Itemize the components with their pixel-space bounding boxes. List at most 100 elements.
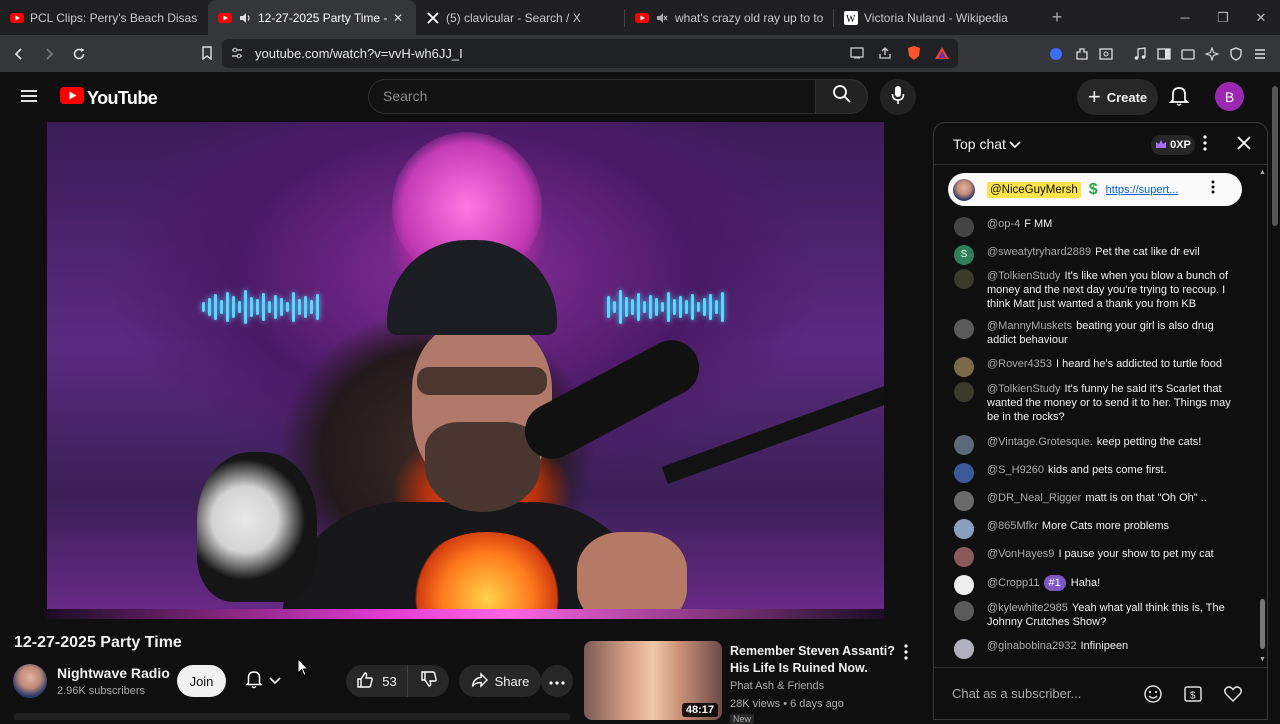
extensions-icon[interactable] — [1070, 42, 1094, 66]
browser-tab-1[interactable]: 12-27-2025 Party Time - YouT ✕ — [208, 0, 416, 35]
chat-avatar[interactable] — [954, 382, 974, 402]
chat-message[interactable]: @op-4 F MM — [954, 217, 1244, 237]
emoji-icon[interactable] — [1143, 684, 1163, 709]
chat-author[interactable]: @TolkienStudy — [987, 270, 1061, 282]
recommended-thumbnail[interactable]: 48:17 — [584, 641, 722, 720]
bookmark-icon[interactable] — [194, 40, 220, 66]
channel-avatar[interactable] — [13, 664, 47, 698]
minimize-icon[interactable]: ─ — [1166, 0, 1204, 35]
music-icon[interactable] — [1128, 42, 1152, 66]
reload-icon[interactable] — [66, 41, 92, 67]
brave-rewards-icon[interactable] — [934, 45, 950, 66]
browser-tab-3[interactable]: what's crazy old ray up to tonigh — [625, 0, 833, 35]
more-vertical-icon[interactable] — [1211, 180, 1215, 199]
scroll-down-icon[interactable]: ▼ — [1259, 656, 1266, 663]
chat-input[interactable]: Chat as a subscriber... — [952, 686, 1122, 701]
youtube-logo[interactable]: YouTube — [60, 87, 158, 109]
speaker-icon[interactable] — [238, 11, 252, 25]
chat-author[interactable]: @VonHayes9 — [987, 548, 1054, 560]
cast-icon[interactable] — [850, 46, 864, 65]
browser-tab-2[interactable]: (5) clavicular - Search / X — [416, 0, 624, 35]
chat-author[interactable]: @Vintage.Grotesque. — [987, 436, 1093, 448]
pinned-link[interactable]: https://supert... — [1106, 184, 1186, 196]
chat-message[interactable]: @VonHayes9 I pause your show to pet my ca… — [954, 547, 1244, 567]
hamburger-menu-icon[interactable] — [20, 87, 38, 110]
recommended-title[interactable]: Remember Steven Assanti? His Life Is Rui… — [730, 643, 902, 677]
vpn-icon[interactable] — [1044, 42, 1068, 66]
close-tab-icon[interactable]: ✕ — [390, 11, 406, 25]
account-avatar[interactable]: B — [1215, 82, 1244, 111]
chat-message[interactable]: @TolkienStudy It's funny he said it's Sca… — [954, 382, 1244, 424]
chat-author[interactable]: @MannyMuskets — [987, 320, 1072, 332]
chat-avatar[interactable] — [954, 601, 974, 621]
wallet-icon[interactable] — [1094, 42, 1118, 66]
chat-avatar[interactable] — [954, 217, 974, 237]
site-info-icon[interactable] — [230, 46, 244, 65]
super-chat-icon[interactable]: $ — [1183, 684, 1203, 709]
notifications-bell-icon[interactable] — [1168, 85, 1190, 112]
share-button[interactable]: Share — [459, 665, 541, 697]
search-input[interactable] — [383, 88, 783, 104]
page-scrollbar-thumb[interactable] — [1272, 86, 1278, 226]
forward-icon[interactable] — [36, 41, 62, 67]
leo-ai-icon[interactable] — [1200, 42, 1224, 66]
close-window-icon[interactable]: ✕ — [1242, 0, 1280, 35]
chat-author[interactable]: @TolkienStudy — [987, 383, 1061, 395]
wallet2-icon[interactable] — [1176, 42, 1200, 66]
scroll-up-icon[interactable]: ▲ — [1259, 169, 1266, 176]
chat-message[interactable]: @MannyMuskets beating your girl is also d… — [954, 319, 1244, 347]
chat-scrollbar[interactable]: ▲ ▼ — [1259, 169, 1266, 664]
pinned-message[interactable]: @NiceGuyMersh $ https://supert... — [948, 173, 1242, 206]
muted-speaker-icon[interactable] — [655, 11, 669, 25]
top-chat-dropdown[interactable]: Top chat — [953, 136, 1021, 152]
chat-message[interactable]: @kylewhite2985 Yeah what yall think this … — [954, 601, 1244, 629]
more-vertical-icon[interactable] — [1203, 135, 1207, 156]
chat-message[interactable]: @Vintage.Grotesque. keep petting the cats… — [954, 435, 1244, 455]
chat-avatar[interactable] — [954, 435, 974, 455]
close-icon[interactable] — [1236, 135, 1252, 156]
chat-message[interactable]: @Rover4353 I heard he's addicted to turtl… — [954, 357, 1244, 377]
video-player[interactable] — [47, 122, 884, 619]
vpn-shield-icon[interactable] — [1224, 42, 1248, 66]
voice-search-button[interactable] — [880, 79, 916, 115]
heart-icon[interactable] — [1223, 684, 1243, 709]
notification-settings-button[interactable] — [237, 665, 289, 697]
search-button[interactable] — [815, 79, 868, 114]
more-vertical-icon[interactable] — [904, 644, 908, 665]
more-actions-button[interactable] — [541, 665, 573, 697]
chat-avatar[interactable] — [954, 463, 974, 483]
menu-icon[interactable] — [1248, 42, 1272, 66]
chat-avatar[interactable] — [954, 491, 974, 511]
chat-avatar[interactable] — [954, 269, 974, 289]
join-button[interactable]: Join — [177, 665, 226, 697]
create-button[interactable]: + Create — [1077, 79, 1158, 115]
back-icon[interactable] — [6, 41, 32, 67]
chat-message[interactable]: @TolkienStudy It's like when you blow a b… — [954, 269, 1244, 311]
like-button[interactable]: 53 — [346, 665, 408, 697]
address-bar[interactable]: youtube.com/watch?v=vvH-wh6JJ_I — [222, 39, 958, 68]
chat-message[interactable]: @865Mfkr More Cats more problems — [954, 519, 1244, 539]
chat-message[interactable]: @ginabobina2932 Infinipeen — [954, 639, 1244, 659]
page-scrollbar[interactable] — [1270, 72, 1280, 720]
chat-author[interactable]: @S_H9260 — [987, 464, 1044, 476]
recommended-channel[interactable]: Phat Ash & Friends — [730, 680, 824, 692]
chat-message[interactable]: S @sweatytryhard2889 Pet the cat like dr e… — [954, 245, 1244, 265]
dislike-button[interactable] — [408, 665, 449, 697]
chat-avatar[interactable]: S — [954, 245, 974, 265]
restore-icon[interactable]: ❐ — [1204, 0, 1242, 35]
chat-avatar[interactable] — [954, 519, 974, 539]
browser-tab-0[interactable]: PCL Clips: Perry's Beach Disaster - Yo — [0, 0, 208, 35]
chat-avatar[interactable] — [954, 575, 974, 595]
chat-avatar[interactable] — [954, 357, 974, 377]
sidebar-icon[interactable] — [1152, 42, 1176, 66]
chat-author[interactable]: @865Mfkr — [987, 520, 1038, 532]
share-page-icon[interactable] — [878, 46, 892, 65]
chat-author[interactable]: @kylewhite2985 — [987, 602, 1068, 614]
xp-badge[interactable]: 0XP — [1151, 135, 1195, 155]
chat-scrollbar-thumb[interactable] — [1260, 599, 1265, 649]
chat-author[interactable]: @ginabobina2932 — [987, 640, 1076, 652]
browser-tab-4[interactable]: W Victoria Nuland - Wikipedia — [834, 0, 1042, 35]
chat-avatar[interactable] — [954, 639, 974, 659]
chat-message[interactable]: @DR_Neal_Rigger matt is on that "Oh Oh" .… — [954, 491, 1244, 511]
chat-avatar[interactable] — [954, 547, 974, 567]
